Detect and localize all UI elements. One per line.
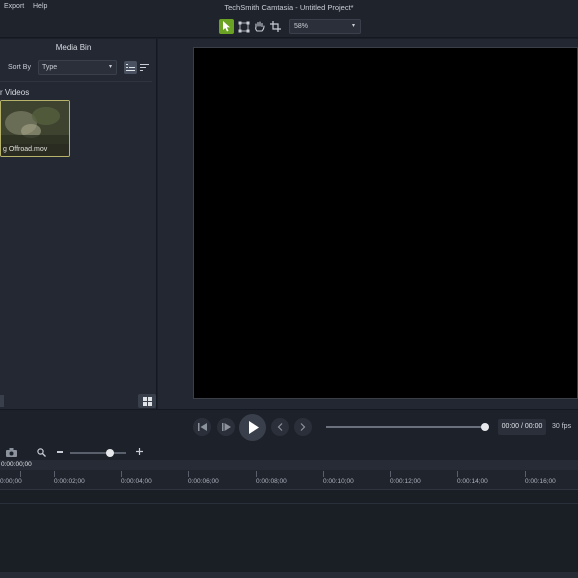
video-thumbnail-image <box>1 101 69 144</box>
ruler-tick <box>525 471 526 477</box>
ruler-tick <box>54 471 55 477</box>
playhead-time: 0:00:00;00 <box>1 461 32 468</box>
arrow-pointer-icon <box>223 21 230 32</box>
ruler-tick <box>323 471 324 477</box>
ruler-tick <box>188 471 189 477</box>
ruler-label: 0:00:12;00 <box>390 478 421 485</box>
previous-frame-button[interactable] <box>193 418 211 436</box>
grid-view-button[interactable] <box>138 394 156 408</box>
ruler-tick <box>390 471 391 477</box>
playback-bar <box>0 409 578 445</box>
step-back-button[interactable] <box>217 418 235 436</box>
media-item-name: g Offroad.mov <box>1 144 69 156</box>
sort-by-label: Sort By <box>8 64 31 71</box>
ruler-label: 0:00;00 <box>0 478 22 485</box>
chevron-left-icon <box>277 423 283 431</box>
ruler-label: 0:00:08;00 <box>256 478 287 485</box>
crop-icon <box>270 21 281 32</box>
timeline-zoom-slider[interactable] <box>70 452 126 454</box>
ruler-label: 0:00:02;00 <box>54 478 85 485</box>
media-bin-panel: Media Bin Sort By Type ▾ r Videos g Offr… <box>0 39 157 409</box>
camera-icon <box>6 448 17 457</box>
divider <box>0 81 152 82</box>
time-display: 00:00 / 00:00 <box>498 419 546 435</box>
step-back-icon <box>221 423 231 431</box>
timeline-zoom-handle[interactable] <box>106 449 114 457</box>
ruler-label: 0:00:14;00 <box>457 478 488 485</box>
timeline-header <box>0 460 578 470</box>
list-view-icon <box>126 64 135 71</box>
preview-canvas[interactable] <box>193 47 578 399</box>
sort-value: Type <box>42 64 58 71</box>
zoom-search-button[interactable] <box>37 448 46 459</box>
snapshot-button[interactable] <box>6 448 17 459</box>
timeline-scrollbar[interactable] <box>0 572 578 578</box>
chevron-right-icon <box>300 423 306 431</box>
ruler-label: 0:00:04;00 <box>121 478 152 485</box>
select-tool-button[interactable] <box>219 19 234 34</box>
zoom-out-icon[interactable] <box>57 451 63 453</box>
ruler-tick <box>256 471 257 477</box>
node-edit-icon <box>238 21 249 32</box>
app-title: TechSmith Camtasia - Untitled Project* <box>224 3 354 12</box>
fps-label: 30 fps <box>552 423 572 430</box>
sort-order-button[interactable] <box>138 61 151 74</box>
media-thumbnail[interactable]: g Offroad.mov <box>0 100 70 157</box>
chevron-down-icon: ▾ <box>351 23 355 29</box>
title-bar: Export Help TechSmith Camtasia - Untitle… <box>0 0 578 16</box>
scrub-bar[interactable] <box>326 426 486 428</box>
play-button[interactable] <box>239 414 266 441</box>
crop-tool-button[interactable] <box>268 19 283 34</box>
next-marker-button[interactable] <box>294 418 312 436</box>
sort-select[interactable]: Type ▾ <box>38 60 117 75</box>
search-icon <box>37 448 46 457</box>
media-section-title: r Videos <box>0 88 30 97</box>
ruler-tick <box>121 471 122 477</box>
add-media-button[interactable] <box>0 395 4 407</box>
previous-marker-button[interactable] <box>271 418 289 436</box>
details-view-button[interactable] <box>124 61 137 74</box>
hand-icon <box>255 20 265 32</box>
ruler-tick <box>457 471 458 477</box>
skip-back-icon <box>197 423 207 431</box>
ruler-tick <box>20 471 21 477</box>
sort-lines-icon <box>140 64 149 71</box>
pan-tool-button[interactable] <box>252 19 267 34</box>
zoom-select[interactable]: 58% ▾ <box>289 19 361 34</box>
grid-icon <box>142 396 152 406</box>
media-bin-title: Media Bin <box>55 43 92 52</box>
chevron-down-icon: ▾ <box>108 64 112 70</box>
zoom-value: 58% <box>294 23 309 30</box>
ruler-label: 0:00:16;00 <box>525 478 556 485</box>
play-icon <box>249 421 259 434</box>
track-divider <box>0 503 578 504</box>
edit-nodes-button[interactable] <box>236 19 251 34</box>
scrub-handle[interactable] <box>481 423 489 431</box>
timeline-ruler[interactable] <box>0 470 578 490</box>
ruler-label: 0:00:06;00 <box>188 478 219 485</box>
zoom-in-icon[interactable] <box>136 448 143 457</box>
ruler-label: 0:00:10;00 <box>323 478 354 485</box>
